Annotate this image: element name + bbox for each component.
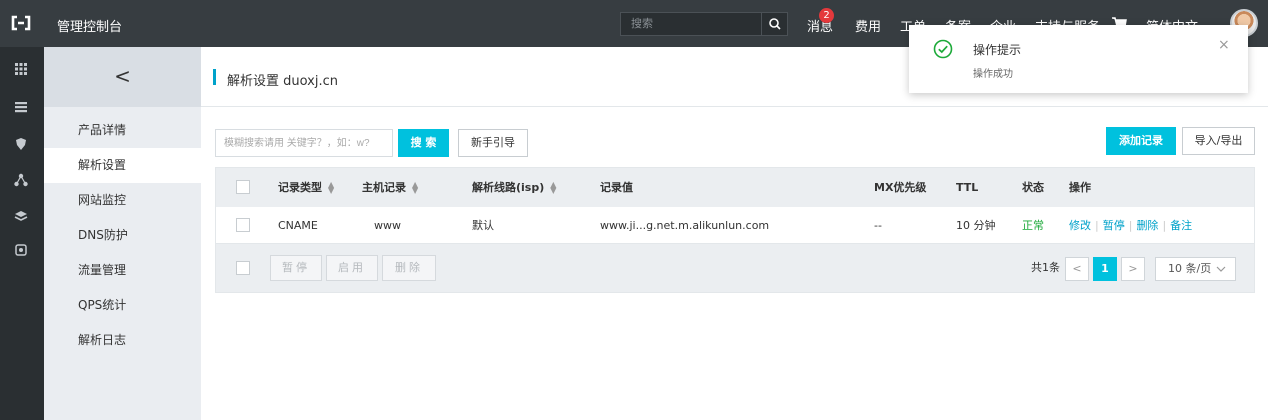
aliyun-logo-icon[interactable] [10, 14, 32, 32]
edit-link[interactable]: 修改 [1069, 219, 1091, 232]
cell-line: 默认 [472, 219, 494, 232]
close-icon[interactable]: × [1218, 37, 1230, 53]
page-title: 解析设置 duoxj.cn [227, 74, 339, 89]
sidebar-item-site-monitoring[interactable]: 网站监控 [44, 183, 201, 218]
page-1-button[interactable]: 1 [1093, 257, 1117, 281]
product-icon-rail [0, 47, 44, 420]
global-search [620, 12, 788, 36]
header-mx: MX优先级 [874, 181, 927, 194]
dns-records-table: 记录类型 ▲ ▼ 主机记录 ▲ ▼ 解析线路(isp) ▲ ▼ 记录值 MX优先级 TTL … [215, 167, 1255, 293]
batch-pause-button[interactable]: 暂停 [270, 255, 322, 281]
shield-icon[interactable] [14, 137, 28, 151]
chevron-down-icon [1216, 266, 1226, 272]
sort-icon[interactable]: ▲ ▼ [412, 181, 418, 195]
pause-link[interactable]: 暂停 [1103, 219, 1125, 232]
list-icon[interactable] [14, 100, 28, 114]
grid-menu-icon[interactable] [14, 62, 28, 76]
total-count: 共1条 [1031, 261, 1060, 274]
network-icon[interactable] [14, 173, 28, 187]
success-check-icon [933, 39, 953, 59]
sidebar-item-product-details[interactable]: 产品详情 [44, 113, 201, 148]
batch-enable-button[interactable]: 启用 [326, 255, 378, 281]
import-export-button[interactable]: 导入/导出 [1182, 127, 1255, 155]
main-content: 解析设置 duoxj.cn 搜 索 新手引导 添加记录 导入/导出 记录类型▲▼… [201, 47, 1268, 420]
add-record-button[interactable]: 添加记录 [1106, 127, 1176, 155]
sort-icon[interactable]: ▲ ▼ [328, 181, 334, 195]
header-status: 状态 [1022, 181, 1044, 194]
page-size-select[interactable]: 10 条/页 [1155, 257, 1236, 281]
sidebar-item-dns-logs[interactable]: 解析日志 [44, 323, 201, 358]
header-record-type[interactable]: 记录类型 ▲ ▼ [278, 168, 334, 207]
nav-billing[interactable]: 费用 [855, 16, 881, 35]
sidebar-item-dns-protection[interactable]: DNS防护 [44, 218, 201, 253]
header-value: 记录值 [600, 181, 633, 194]
search-button[interactable]: 搜 索 [398, 129, 449, 157]
row-actions: 修改 | 暂停 | 删除 | 备注 [1069, 219, 1193, 232]
next-page-button[interactable]: > [1121, 257, 1145, 281]
table-row: CNAME www 默认 www.ji...g.net.m.alikunlun.… [216, 207, 1254, 244]
toast-title: 操作提示 [973, 43, 1022, 57]
delete-link[interactable]: 删除 [1136, 219, 1158, 232]
header-host[interactable]: 主机记录 ▲ ▼ [362, 168, 418, 207]
sidebar-item-dns-settings[interactable]: 解析设置 [44, 148, 201, 183]
select-all-checkbox[interactable] [236, 180, 250, 194]
keyword-search-input[interactable] [215, 129, 393, 157]
collapse-sidebar-button[interactable]: < [44, 47, 201, 107]
cell-host: www [374, 219, 401, 232]
settings-icon[interactable] [14, 243, 28, 257]
toast-message: 操作成功 [973, 69, 1013, 80]
cell-value: www.ji...g.net.m.alikunlun.com [600, 219, 770, 232]
dns-sidebar: < 产品详情 解析设置 网站监控 DNS防护 流量管理 QPS统计 解析日志 [44, 47, 201, 420]
header-actions: 操作 [1069, 181, 1091, 194]
sort-icon[interactable]: ▲ ▼ [550, 181, 556, 195]
messages-badge: 2 [819, 8, 834, 23]
remark-link[interactable]: 备注 [1170, 219, 1192, 232]
search-button[interactable] [761, 13, 787, 35]
title-accent-bar [213, 69, 216, 85]
table-footer: 暂停 启用 删除 共1条 < 1 > 10 条/页 [216, 244, 1254, 292]
cell-ttl: 10 分钟 [956, 219, 996, 232]
search-icon [769, 18, 781, 30]
cell-mx: -- [874, 219, 882, 232]
sidebar-item-qps-stats[interactable]: QPS统计 [44, 288, 201, 323]
footer-select-all-checkbox[interactable] [236, 261, 250, 275]
console-title[interactable]: 管理控制台 [57, 16, 122, 35]
header-ttl: TTL [956, 181, 979, 194]
cell-record-type: CNAME [278, 219, 318, 232]
status-badge: 正常 [1022, 219, 1044, 232]
operation-toast: 操作提示 操作成功 × [909, 25, 1248, 93]
batch-delete-button[interactable]: 删除 [382, 255, 436, 281]
sidebar-item-traffic-management[interactable]: 流量管理 [44, 253, 201, 288]
table-header: 记录类型 ▲ ▼ 主机记录 ▲ ▼ 解析线路(isp) ▲ ▼ 记录值 MX优先级 TTL … [216, 168, 1254, 207]
beginner-guide-button[interactable]: 新手引导 [458, 129, 528, 157]
search-input[interactable] [621, 13, 761, 35]
header-line[interactable]: 解析线路(isp) ▲ ▼ [472, 168, 556, 207]
prev-page-button[interactable]: < [1065, 257, 1089, 281]
layers-icon[interactable] [14, 209, 28, 223]
row-checkbox[interactable] [236, 218, 250, 232]
